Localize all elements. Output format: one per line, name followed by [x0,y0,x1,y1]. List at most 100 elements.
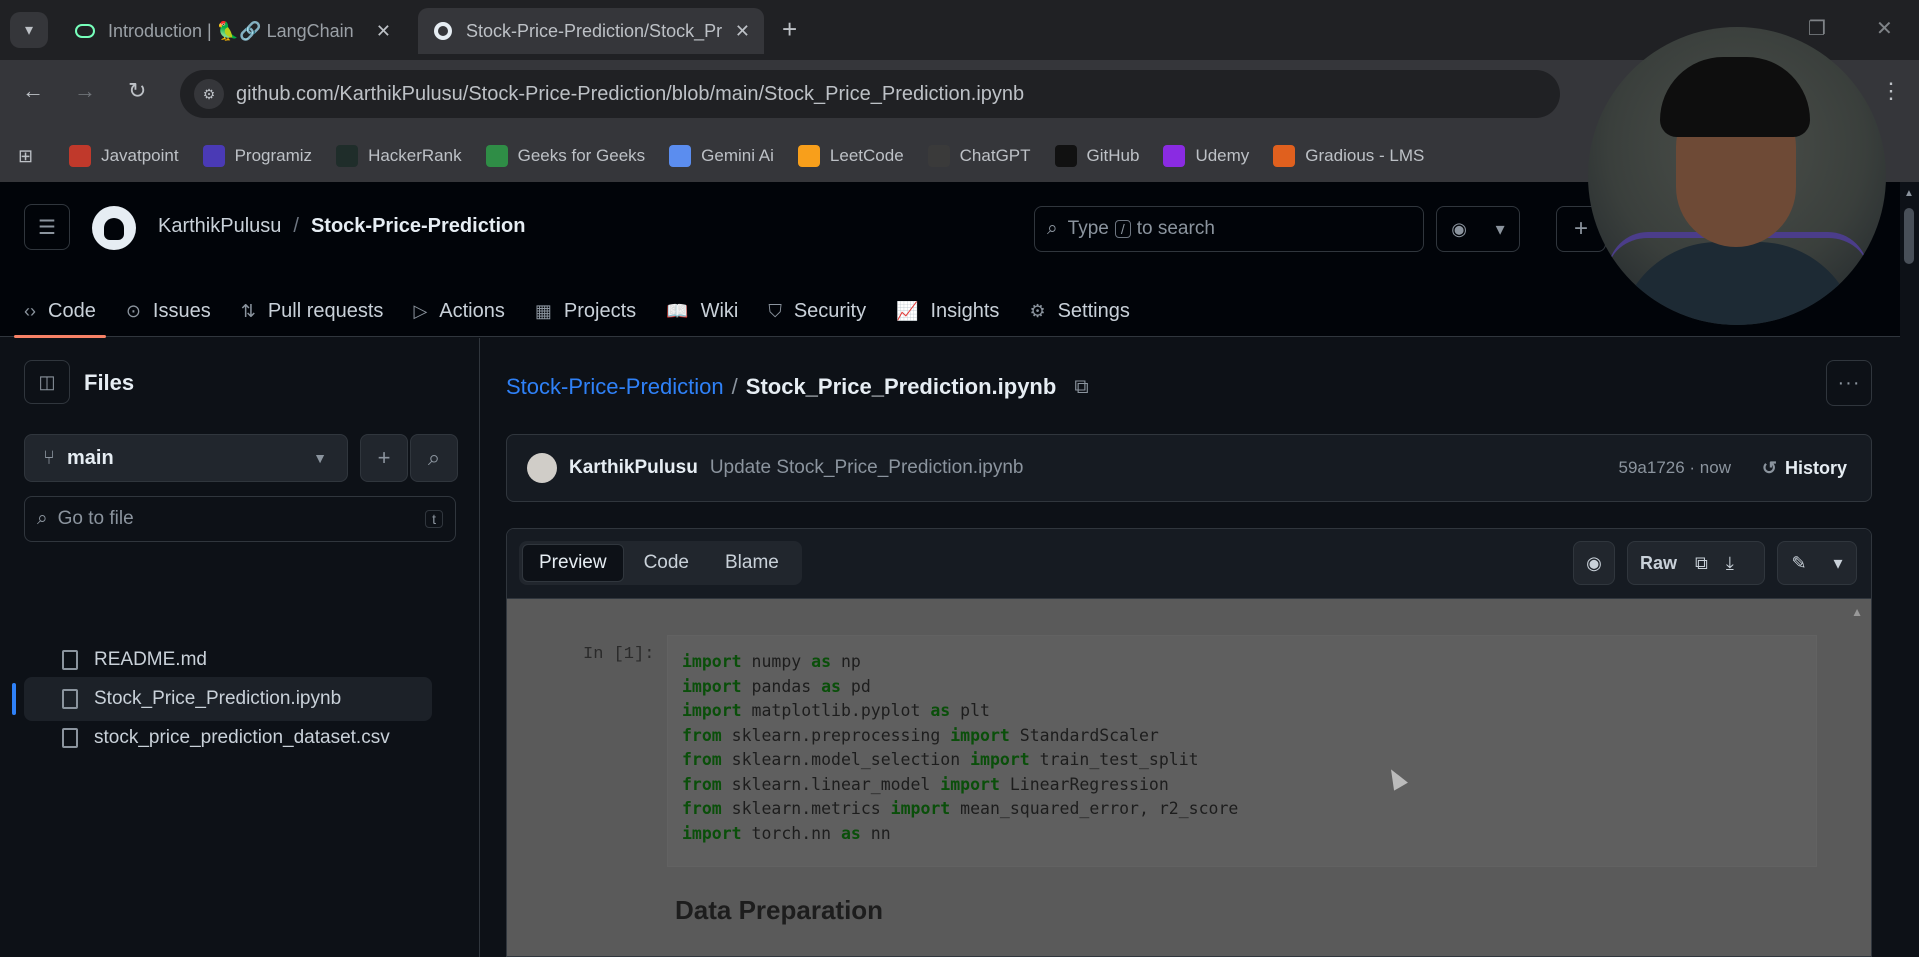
bookmark-javatpoint[interactable]: Javatpoint [69,145,179,167]
add-file-button[interactable]: + [360,434,408,482]
leetcode-icon [797,145,820,167]
raw-button[interactable]: Raw [1640,553,1677,574]
collapse-sidebar-icon[interactable]: ◫ [24,360,70,404]
commit-sha[interactable]: 59a1726 · now [1619,458,1731,478]
branch-selector[interactable]: ⑂ main ▼ [24,434,348,482]
tab-blame[interactable]: Blame [709,544,795,582]
pencil-icon[interactable]: ✎ [1791,553,1806,574]
bookmark-geeks-for-geeks[interactable]: Geeks for Geeks [485,145,645,167]
chevron-down-icon[interactable]: ▾ [1496,219,1505,240]
code-keyword: import [682,701,742,720]
bookmark-label: LeetCode [829,146,904,165]
history-label: History [1784,457,1847,478]
go-to-file-input[interactable]: ⌕ Go to file t [24,496,456,542]
code-text: plt [950,701,990,720]
copilot-icon: ◉ [1586,552,1602,573]
copilot-button[interactable]: ◉ ▾ [1436,206,1520,252]
copy-raw-icon[interactable]: ⧉ [1695,553,1708,574]
new-tab-button[interactable]: + [782,14,797,45]
code-text: sklearn.metrics [721,799,891,818]
download-icon[interactable]: ⤓ [1726,553,1734,574]
bookmark-chatgpt[interactable]: ChatGPT [927,145,1031,167]
langchain-icon [74,20,96,42]
github-logo-icon[interactable] [92,206,136,250]
tab-label: Security [793,299,867,322]
code-keyword: import [940,774,1000,794]
copy-path-icon[interactable]: ⧉ [1074,376,1088,399]
tab-security[interactable]: ⛉ Security [768,286,866,336]
restore-window-icon[interactable]: ❐ [1808,16,1826,41]
repo-name-link[interactable]: Stock-Price-Prediction [311,215,526,237]
bookmark-udemy[interactable]: Udemy [1163,145,1249,167]
copilot-ask-button[interactable]: ◉ [1573,541,1615,585]
shield-icon: ⛉ [768,300,782,321]
tab-issues[interactable]: ⊙ Issues [126,286,211,336]
close-window-icon[interactable]: ✕ [1876,16,1893,41]
tab-code[interactable]: ‹› Code [14,286,106,338]
avatar[interactable] [527,453,557,483]
repo-owner-link[interactable]: KarthikPulusu [158,215,281,237]
apps-grid-icon[interactable]: ⊞ [18,146,33,167]
code-keyword: import [682,676,742,696]
history-button[interactable]: ↺ History [1762,458,1847,479]
bookmark-gradious-lms[interactable]: Gradious - LMS [1273,145,1424,167]
browser-menu-icon[interactable]: ⋮ [1880,78,1902,104]
tab-search-button[interactable]: ▾ [10,12,48,48]
bookmark-label: Programiz [234,146,313,165]
bookmark-programiz[interactable]: Programiz [202,145,313,167]
tab-title: Introduction | 🦜🔗 LangChain [108,20,354,41]
file-icon [62,689,78,709]
commit-message[interactable]: Update Stock_Price_Prediction.ipynb [710,457,1024,479]
back-arrow-icon[interactable]: ← [22,78,44,104]
bookmark-label: ChatGPT [959,146,1031,165]
commit-author[interactable]: KarthikPulusu [569,457,698,479]
code-keyword: from [682,750,722,769]
tab-github[interactable]: Stock-Price-Prediction/Stock_Pr ✕ [418,8,764,54]
search-files-button[interactable]: ⌕ [410,434,458,482]
bookmark-hackerrank[interactable]: HackerRank [336,145,462,167]
bookmark-gemini-ai[interactable]: Gemini Ai [669,145,774,167]
cell-prompt: In [1]: [583,645,655,664]
tab-insights[interactable]: 📈 Insights [896,286,999,336]
breadcrumb-repo-link[interactable]: Stock-Price-Prediction [506,374,724,400]
browser-tab-strip: ▾ Introduction | 🦜🔗 LangChain ✕ Stock-Pr… [0,0,1919,60]
tab-langchain[interactable]: Introduction | 🦜🔗 LangChain ✕ [60,8,405,54]
reload-icon[interactable]: ↻ [128,78,146,104]
code-text: sklearn.model_selection [721,750,971,769]
bookmark-leetcode[interactable]: LeetCode [797,145,904,167]
bookmark-github[interactable]: GitHub [1054,145,1140,167]
tab-code[interactable]: Code [628,544,705,582]
url-text[interactable]: github.com/KarthikPulusu/Stock-Price-Pre… [236,83,1024,106]
tab-settings[interactable]: ⚙ Settings [1029,286,1129,336]
scroll-up-arrow-icon[interactable]: ▲ [1904,188,1914,199]
scrollbar-thumb[interactable] [1904,208,1914,264]
scroll-up-arrow-icon[interactable]: ▲ [1851,605,1863,619]
close-icon[interactable]: ✕ [376,21,391,42]
tab-preview[interactable]: Preview [522,544,624,582]
sidebar-title: Files [84,370,135,395]
tab-projects[interactable]: ▦ Projects [535,286,636,336]
code-line: from sklearn.model_selection import trai… [682,748,1802,773]
hamburger-menu-icon[interactable]: ☰ [24,204,70,250]
tab-wiki[interactable]: 📖 Wiki [666,286,738,336]
file-tree-item[interactable]: README.md [24,638,432,682]
file-tree-item[interactable]: Stock_Price_Prediction.ipynb [12,677,432,721]
code-line: import matplotlib.pyplot as plt [682,699,1802,724]
tab-pull-requests[interactable]: ⇅ Pull requests [241,286,384,336]
tab-label: Wiki [700,299,739,322]
close-icon[interactable]: ✕ [735,21,750,42]
bookmark-label: GitHub [1086,146,1140,165]
code-keyword: as [930,701,951,720]
address-bar[interactable]: ⚙ github.com/KarthikPulusu/Stock-Price-P… [180,70,1560,118]
site-info-icon[interactable]: ⚙ [194,79,224,109]
forward-arrow-icon[interactable]: → [74,78,96,104]
search-input[interactable]: ⌕ Type / to search [1034,206,1424,252]
code-line: import torch.nn as nn [682,822,1802,847]
file-icon [62,728,78,748]
more-options-button[interactable]: ··· [1826,360,1872,406]
tab-actions[interactable]: ▷ Actions [413,286,504,336]
file-tree-item[interactable]: stock_price_prediction_dataset.csv [24,716,432,760]
code-text: LinearRegression [999,774,1169,794]
page-scrollbar[interactable]: ▲ [1900,182,1919,957]
chevron-down-icon[interactable]: ▾ [1833,553,1842,574]
